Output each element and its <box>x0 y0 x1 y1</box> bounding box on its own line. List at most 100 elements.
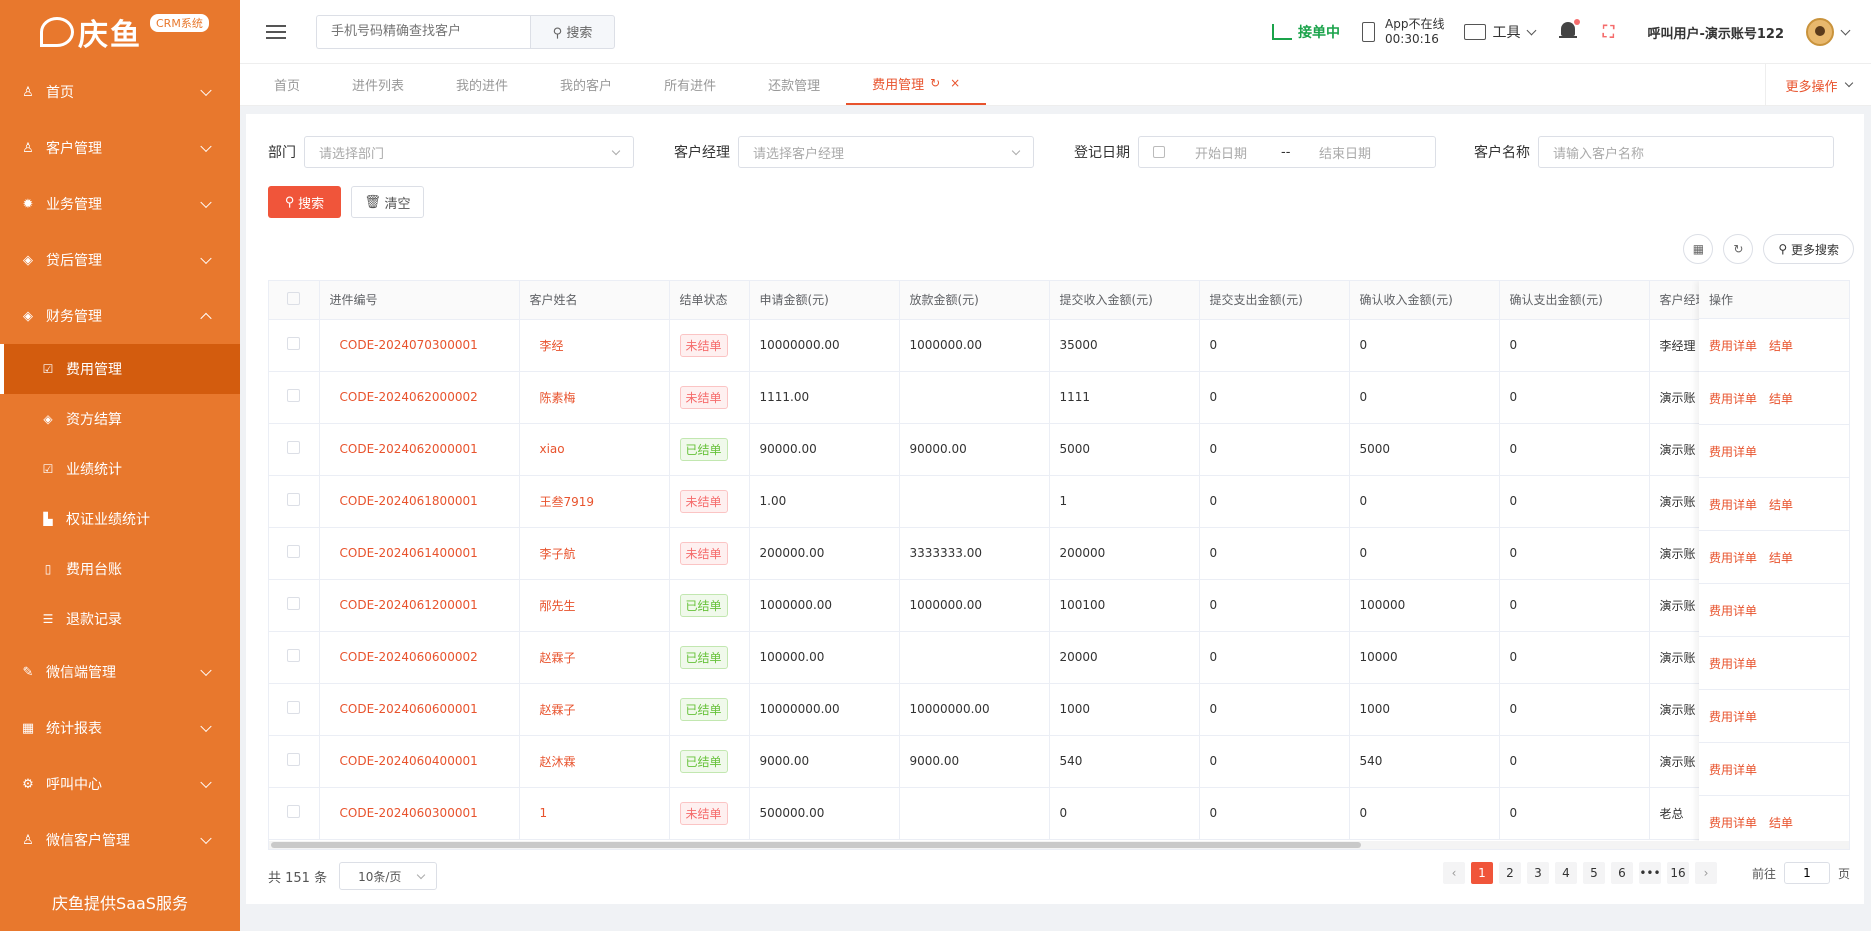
application-code-link[interactable]: CODE-2024070300001 <box>330 338 478 352</box>
application-code-link[interactable]: CODE-2024060400001 <box>330 754 478 768</box>
application-code-link[interactable]: CODE-2024061800001 <box>330 494 478 508</box>
row-checkbox[interactable] <box>287 441 301 454</box>
dept-select[interactable]: 请选择部门 <box>304 136 634 168</box>
top-search-button[interactable]: ⚲ 搜索 <box>530 14 615 49</box>
hamburger-menu-icon[interactable] <box>266 21 286 43</box>
customer-name-link[interactable]: 赵霖子 <box>530 651 576 665</box>
columns-grid-icon[interactable]: ▦ <box>1683 234 1714 264</box>
expense-detail-link[interactable]: 费用详单 <box>1709 390 1757 407</box>
clear-button[interactable]: 🗑 清空 <box>351 186 424 218</box>
date-end[interactable]: 结束日期 <box>1319 143 1371 162</box>
expense-detail-link[interactable]: 费用详单 <box>1709 496 1757 513</box>
close-order-link[interactable]: 结单 <box>1769 496 1793 513</box>
close-order-link[interactable]: 结单 <box>1769 814 1793 831</box>
expense-detail-link[interactable]: 费用详单 <box>1709 549 1757 566</box>
column-header[interactable]: 确认收入金额(元) <box>1349 281 1500 320</box>
customer-name-link[interactable]: 陈素梅 <box>530 391 576 405</box>
sidebar-item-tag-3[interactable]: ◈ 贷后管理 <box>0 232 240 288</box>
column-header[interactable]: 提交收入金额(元) <box>1049 281 1200 320</box>
application-code-link[interactable]: CODE-2024061200001 <box>330 598 478 612</box>
column-header[interactable]: 申请金额(元) <box>749 281 900 320</box>
page-button[interactable]: 2 <box>1498 862 1521 884</box>
column-header[interactable]: 放款金额(元) <box>899 281 1050 320</box>
application-code-link[interactable]: CODE-2024060600001 <box>330 702 478 716</box>
sidebar-item-tag-1[interactable]: ◈ 资方结算 <box>0 394 240 444</box>
expense-detail-link[interactable]: 费用详单 <box>1709 337 1757 354</box>
expense-detail-link[interactable]: 费用详单 <box>1709 443 1757 460</box>
application-code-link[interactable]: CODE-2024062000001 <box>330 442 478 456</box>
accept-orders-toggle[interactable]: 接单中 <box>1272 22 1340 42</box>
refresh-icon[interactable]: ↻ <box>930 76 940 90</box>
chevron-down-icon[interactable] <box>1840 25 1851 35</box>
row-checkbox[interactable] <box>287 649 301 662</box>
page-button[interactable]: 5 <box>1582 862 1605 884</box>
tab-2[interactable]: 我的进件 <box>430 63 534 105</box>
sidebar-item-tag-4[interactable]: ◈ 财务管理 <box>0 288 240 344</box>
row-checkbox[interactable] <box>287 805 301 818</box>
bell-icon[interactable] <box>1559 19 1581 42</box>
date-start[interactable]: 开始日期 <box>1195 143 1281 162</box>
application-code-link[interactable]: CODE-2024060300001 <box>330 806 478 820</box>
expense-detail-link[interactable]: 费用详单 <box>1709 708 1757 725</box>
page-button[interactable]: 6 <box>1610 862 1633 884</box>
row-checkbox[interactable] <box>287 701 301 714</box>
customer-name-link[interactable]: 王叁7919 <box>530 495 595 509</box>
more-operations-dropdown[interactable]: 更多操作 <box>1765 64 1871 106</box>
page-button[interactable]: 16 <box>1666 862 1689 884</box>
search-button[interactable]: ⚲ 搜索 <box>268 186 341 218</box>
logo[interactable]: 庆鱼 CRM系统 <box>0 0 240 64</box>
column-header[interactable]: 结单状态 <box>669 281 750 320</box>
customer-name-input[interactable]: 请输入客户名称 <box>1538 136 1834 168</box>
column-header[interactable]: 提交支出金额(元) <box>1199 281 1350 320</box>
refresh-icon[interactable]: ↻ <box>1723 234 1754 264</box>
sidebar-item-check-square-2[interactable]: ☑ 业绩统计 <box>0 444 240 494</box>
customer-name-link[interactable]: 赵沐霖 <box>530 755 576 769</box>
sidebar-item-customer-1[interactable]: ♙ 客户管理 <box>0 120 240 176</box>
horizontal-scrollbar[interactable] <box>269 841 1849 849</box>
customer-name-link[interactable]: 赵霖子 <box>530 703 576 717</box>
tab-1[interactable]: 进件列表 <box>326 63 430 105</box>
close-order-link[interactable]: 结单 <box>1769 549 1793 566</box>
page-size-select[interactable]: 10条/页 <box>339 862 438 890</box>
application-code-link[interactable]: CODE-2024062000002 <box>330 390 478 404</box>
tab-4[interactable]: 所有进件 <box>638 63 742 105</box>
sidebar-item-table-1[interactable]: ▦ 统计报表 <box>0 700 240 756</box>
sidebar-item-bug-2[interactable]: ✹ 业务管理 <box>0 176 240 232</box>
expense-detail-link[interactable]: 费用详单 <box>1709 655 1757 672</box>
select-all-checkbox[interactable] <box>287 291 301 305</box>
column-header[interactable]: 进件编号 <box>319 281 520 320</box>
tab-3[interactable]: 我的客户 <box>534 63 638 105</box>
tab-5[interactable]: 还款管理 <box>742 63 846 105</box>
goto-page-input[interactable] <box>1783 862 1830 884</box>
tab-0[interactable]: 首页 <box>248 63 326 105</box>
sidebar-item-bar-chart-3[interactable]: ▙ 权证业绩统计 <box>0 494 240 544</box>
prev-page-button[interactable]: ‹ <box>1442 862 1465 884</box>
column-header[interactable]: 客户姓名 <box>519 281 670 320</box>
column-header[interactable]: 确认支出金额(元) <box>1499 281 1650 320</box>
sidebar-item-customer-3[interactable]: ♙ 微信客户管理 <box>0 812 240 868</box>
fullscreen-icon[interactable]: ⛶ <box>1599 23 1617 41</box>
row-checkbox[interactable] <box>287 337 301 350</box>
row-checkbox[interactable] <box>287 493 301 506</box>
avatar[interactable] <box>1806 18 1834 46</box>
expense-detail-link[interactable]: 费用详单 <box>1709 761 1757 778</box>
more-search-button[interactable]: ⚲ 更多搜索 <box>1763 234 1854 264</box>
expense-detail-link[interactable]: 费用详单 <box>1709 602 1757 619</box>
customer-name-link[interactable]: 邴先生 <box>530 599 576 613</box>
tools-dropdown[interactable]: 工具 <box>1464 22 1537 42</box>
sidebar-item-edit-0[interactable]: ✎ 微信端管理 <box>0 644 240 700</box>
sidebar-item-settings-2[interactable]: ⚙ 呼叫中心 <box>0 756 240 812</box>
tab-6[interactable]: 费用管理 ↻ × <box>846 63 987 105</box>
customer-name-link[interactable]: 1 <box>530 806 548 820</box>
customer-name-link[interactable]: xiao <box>530 442 565 456</box>
phone-search-input[interactable] <box>316 14 530 49</box>
close-icon[interactable]: × <box>950 76 960 90</box>
page-button[interactable]: 3 <box>1526 862 1549 884</box>
page-button[interactable]: 1 <box>1470 862 1493 884</box>
close-order-link[interactable]: 结单 <box>1769 390 1793 407</box>
close-order-link[interactable]: 结单 <box>1769 337 1793 354</box>
more-pages-icon[interactable]: ••• <box>1638 862 1661 884</box>
next-page-button[interactable]: › <box>1694 862 1717 884</box>
sidebar-item-book-4[interactable]: ▯ 费用台账 <box>0 544 240 594</box>
sidebar-item-user-0[interactable]: ♙ 首页 <box>0 64 240 120</box>
